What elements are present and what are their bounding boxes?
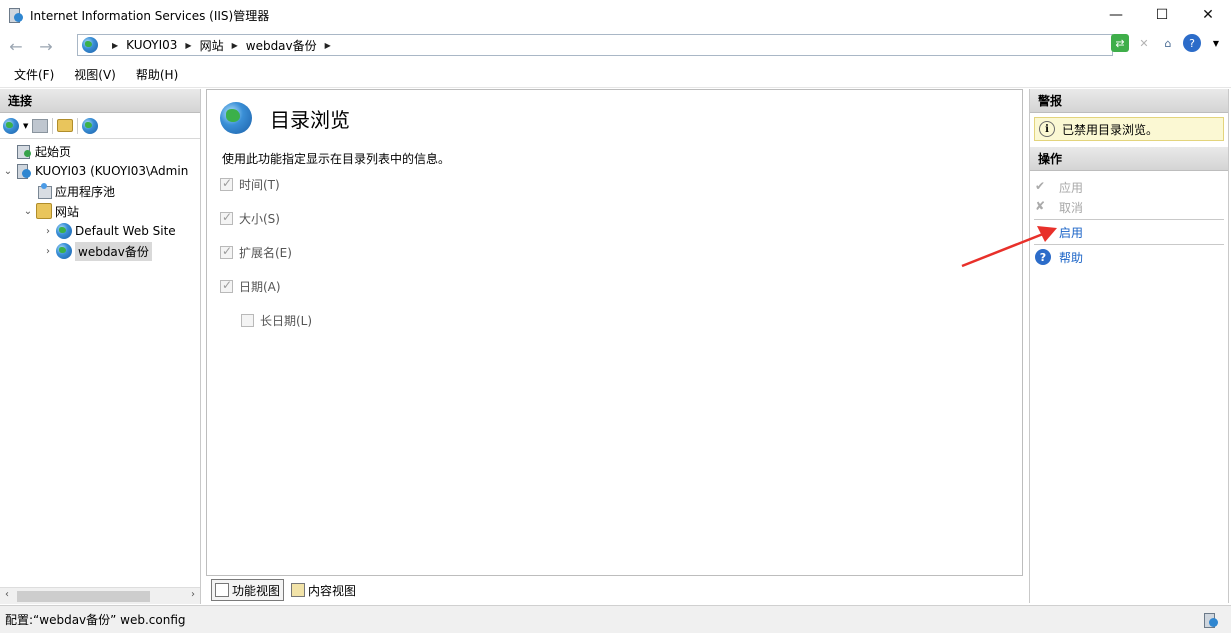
alert-message: i 已禁用目录浏览。 — [1034, 117, 1224, 141]
content-view-icon — [291, 583, 306, 597]
checkbox-long-date[interactable] — [241, 314, 254, 327]
breadcrumb-sites[interactable]: 网站 — [200, 37, 224, 54]
directory-browsing-icon — [220, 102, 252, 134]
apply-action[interactable]: ✔ 应用 — [1030, 177, 1228, 197]
save-icon[interactable] — [32, 118, 49, 133]
close-button[interactable]: ✕ — [1185, 0, 1231, 30]
breadcrumb-site[interactable]: webdav备份 — [246, 37, 317, 54]
collapse-chevron-icon[interactable]: ⌄ — [22, 206, 34, 217]
forward-arrow-icon: → — [39, 36, 53, 56]
connect-dropdown-icon[interactable]: ▼ — [23, 122, 28, 130]
connections-toolbar: ▼ — [0, 113, 200, 139]
website-globe-icon — [56, 223, 72, 239]
tree-item-app-pools[interactable]: 应用程序池 — [0, 181, 200, 201]
collapse-chevron-icon[interactable]: ⌄ — [2, 166, 14, 177]
annotation-arrow-icon — [961, 226, 1057, 268]
back-arrow-icon: ← — [9, 36, 23, 56]
horizontal-scrollbar[interactable]: ‹ › — [0, 587, 200, 604]
home-icon[interactable]: ⌂ — [1159, 34, 1177, 52]
stop-icon[interactable]: ✕ — [1135, 34, 1153, 52]
back-button[interactable]: ← — [5, 35, 27, 57]
breadcrumb-separator-icon: ▶ — [112, 40, 119, 50]
alerts-header: 警报 — [1030, 89, 1228, 113]
tree-item-webdav-backup[interactable]: › webdav备份 — [0, 241, 200, 261]
address-bar[interactable]: ▶ KUOYI03 ▶ 网站 ▶ webdav备份 ▶ — [77, 34, 1113, 56]
minimize-button[interactable]: — — [1093, 0, 1139, 30]
breadcrumb-separator-icon: ▶ — [231, 40, 238, 50]
checkbox-time[interactable] — [220, 176, 233, 191]
breadcrumb-separator-icon: ▶ — [324, 40, 331, 50]
status-text: 配置:“webdav备份” web.config — [5, 613, 186, 627]
feature-panel: 目录浏览 使用此功能指定显示在目录列表中的信息。 时间(T) 大小(S) 扩展名… — [206, 89, 1023, 576]
sites-folder-icon — [36, 203, 52, 219]
tab-features-view[interactable]: 功能视图 — [211, 579, 285, 601]
help-icon[interactable]: ? — [1183, 34, 1201, 52]
disconnect-icon[interactable] — [82, 117, 99, 134]
window-title: Internet Information Services (IIS)管理器 — [30, 8, 270, 23]
breadcrumb-server[interactable]: KUOYI03 — [126, 38, 177, 52]
maximize-button[interactable]: ☐ — [1139, 0, 1185, 30]
apply-icon: ✔ — [1035, 179, 1046, 193]
menu-file[interactable]: 文件(F) — [14, 66, 54, 83]
view-tabs: 功能视图 内容视图 — [206, 577, 1023, 603]
connections-panel: 连接 ▼ 起始页 ⌄ KUOYI03 (KUOYI03\Admin 应用程序池 … — [0, 89, 201, 604]
scrollbar-thumb[interactable] — [17, 591, 150, 602]
refresh-icon[interactable]: ⇄ — [1111, 34, 1129, 52]
expand-chevron-icon[interactable]: › — [42, 226, 54, 237]
breadcrumb-separator-icon: ▶ — [185, 40, 192, 50]
page-title: 目录浏览 — [270, 107, 350, 132]
cancel-icon: ✘ — [1035, 199, 1046, 213]
checkbox-size[interactable] — [220, 210, 233, 225]
forward-button[interactable]: → — [35, 35, 57, 57]
tab-content-view[interactable]: 内容视图 — [288, 579, 359, 601]
menu-help[interactable]: 帮助(H) — [136, 66, 178, 83]
tree-item-server[interactable]: ⌄ KUOYI03 (KUOYI03\Admin — [0, 161, 200, 181]
features-view-icon — [215, 583, 229, 597]
connections-header: 连接 — [0, 89, 200, 113]
toolbar-divider — [77, 117, 79, 134]
expand-chevron-icon[interactable]: › — [42, 246, 54, 257]
scroll-left-icon[interactable]: ‹ — [5, 589, 9, 600]
option-extension[interactable]: 扩展名(E) — [220, 244, 292, 261]
address-row: ← → ▶ KUOYI03 ▶ 网站 ▶ webdav备份 ▶ ⇄ ✕ ⌂ ? … — [0, 30, 1231, 61]
start-page-icon — [16, 143, 32, 159]
help-dropdown-icon[interactable]: ▼ — [1207, 34, 1225, 52]
option-date[interactable]: 日期(A) — [220, 278, 281, 295]
cancel-action[interactable]: ✘ 取消 — [1030, 197, 1228, 217]
menu-view[interactable]: 视图(V) — [74, 66, 116, 83]
website-globe-icon — [56, 243, 72, 259]
iis-app-icon — [8, 7, 24, 23]
menu-bar: 文件(F) 视图(V) 帮助(H) — [0, 62, 1231, 88]
server-icon — [16, 163, 32, 179]
tree-item-start-page[interactable]: 起始页 — [0, 141, 200, 161]
tree-item-sites[interactable]: ⌄ 网站 — [0, 201, 200, 221]
actions-panel: 警报 i 已禁用目录浏览。 操作 ✔ 应用 ✘ 取消 启用 ? 帮助 — [1029, 89, 1229, 603]
feature-description: 使用此功能指定显示在目录列表中的信息。 — [222, 152, 451, 166]
option-long-date[interactable]: 长日期(L) — [241, 312, 312, 329]
checkbox-date[interactable] — [220, 278, 233, 293]
connect-icon[interactable] — [3, 117, 19, 134]
option-size[interactable]: 大小(S) — [220, 210, 280, 227]
scroll-right-icon[interactable]: › — [191, 589, 195, 600]
globe-icon — [82, 37, 98, 53]
app-pool-icon — [36, 183, 52, 199]
up-folder-icon[interactable] — [57, 119, 74, 132]
server-status-icon — [1203, 612, 1219, 628]
tree-item-default-web-site[interactable]: › Default Web Site — [0, 221, 200, 241]
option-time[interactable]: 时间(T) — [220, 176, 280, 193]
status-bar: 配置:“webdav备份” web.config — [0, 605, 1231, 633]
title-bar: Internet Information Services (IIS)管理器 —… — [0, 0, 1231, 30]
actions-header: 操作 — [1030, 147, 1228, 171]
info-icon: i — [1039, 121, 1055, 137]
connections-tree: 起始页 ⌄ KUOYI03 (KUOYI03\Admin 应用程序池 ⌄ 网站 … — [0, 139, 200, 261]
toolbar-divider — [52, 117, 54, 134]
checkbox-extension[interactable] — [220, 244, 233, 259]
